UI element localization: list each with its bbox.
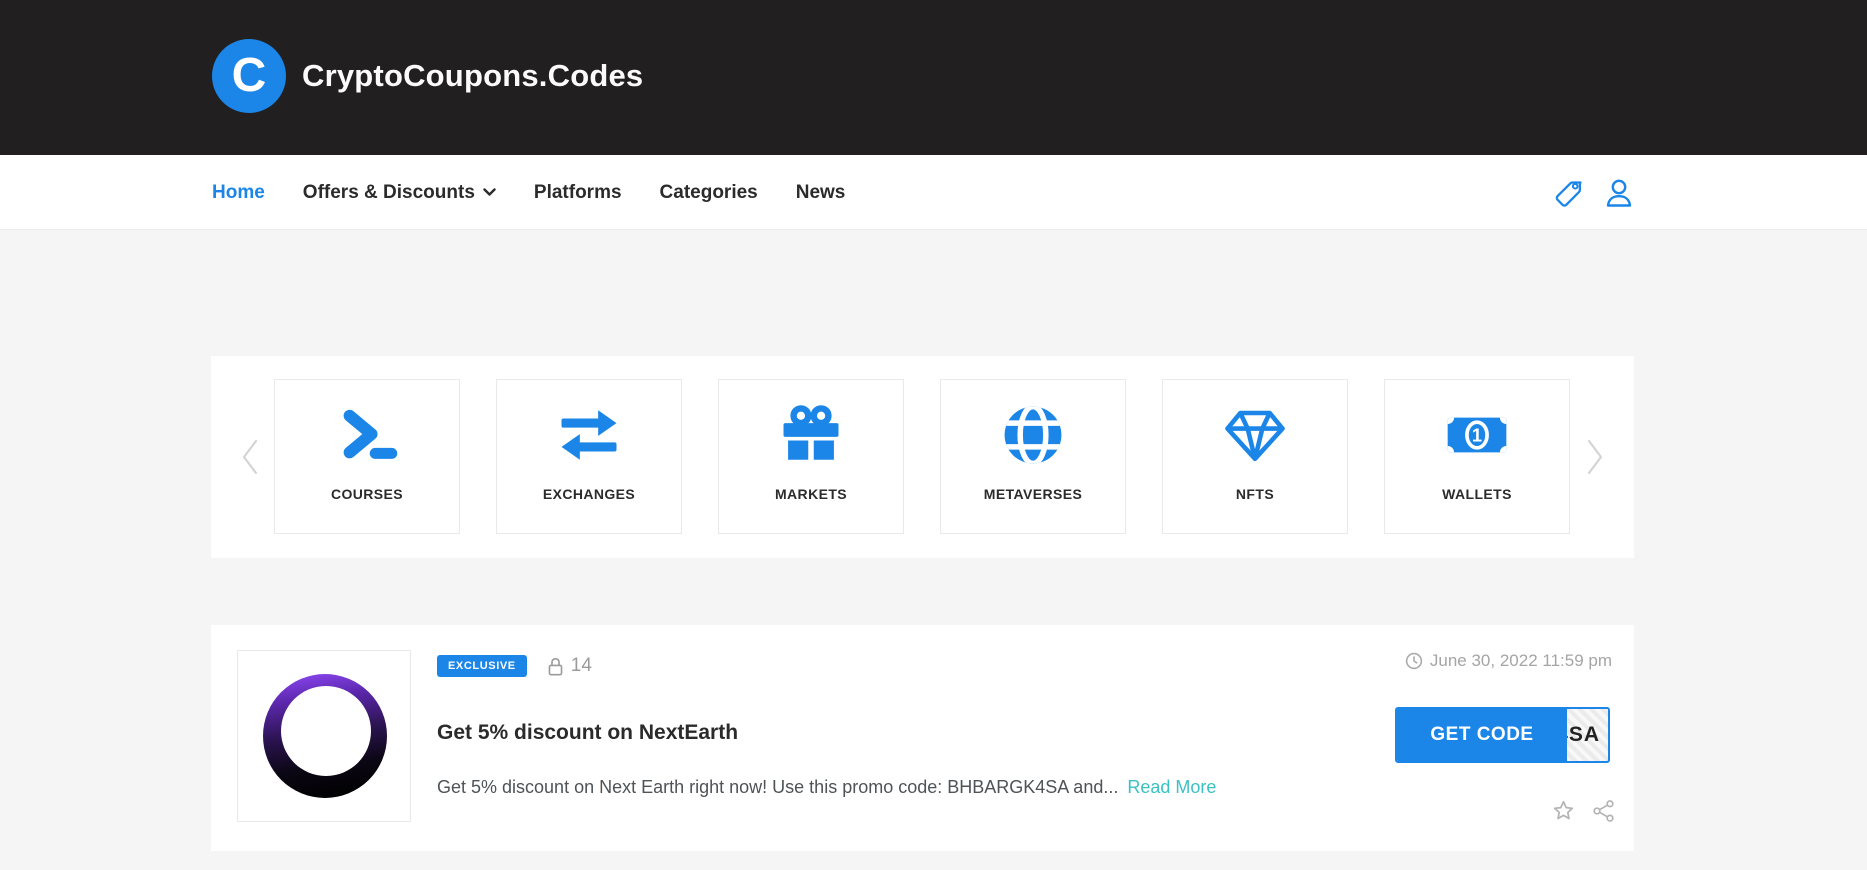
terminal-icon (330, 400, 404, 470)
get-code-container[interactable]: BHBARGK4SA GET CODE (1395, 707, 1610, 763)
site-header: C CryptoCoupons.Codes (0, 0, 1867, 155)
nav-item-categories[interactable]: Categories (660, 182, 758, 204)
nav-links: Home Offers & Discounts Platforms Catego… (212, 155, 845, 230)
category-tiles: COURSES EXCHANGES (274, 379, 1570, 534)
svg-text:1: 1 (1472, 424, 1482, 445)
tile-label: NFTS (1236, 486, 1274, 502)
tile-exchanges[interactable]: EXCHANGES (496, 379, 682, 534)
exclusive-badge: EXCLUSIVE (437, 655, 527, 677)
description-text: Get 5% discount on Next Earth right now!… (437, 777, 1118, 797)
site-logo[interactable]: C CryptoCoupons.Codes (212, 39, 643, 113)
nav-item-home[interactable]: Home (212, 182, 265, 204)
tile-wallets[interactable]: 1 WALLETS (1384, 379, 1570, 534)
coupon-actions (1551, 799, 1616, 823)
tile-markets[interactable]: MARKETS (718, 379, 904, 534)
tile-metaverses[interactable]: METAVERSES (940, 379, 1126, 534)
share-button[interactable] (1592, 799, 1616, 823)
tile-label: WALLETS (1442, 486, 1512, 502)
coupon-card: EXCLUSIVE 14 Get 5% discount on NextEart… (211, 625, 1634, 851)
exchange-icon (552, 400, 626, 470)
coupon-description: Get 5% discount on Next Earth right now!… (437, 777, 1216, 798)
gift-icon (774, 400, 848, 470)
uses-count: 14 (571, 655, 592, 677)
money-bill-icon: 1 (1440, 400, 1514, 470)
coupon-title[interactable]: Get 5% discount on NextEarth (437, 721, 738, 745)
nav-actions (1553, 155, 1634, 230)
share-icon (1592, 799, 1616, 823)
nav-item-news[interactable]: News (796, 182, 846, 204)
tile-label: EXCHANGES (543, 486, 635, 502)
user-icon[interactable] (1604, 177, 1634, 209)
site-title: CryptoCoupons.Codes (302, 58, 643, 94)
tile-label: MARKETS (775, 486, 847, 502)
main-nav: Home Offers & Discounts Platforms Catego… (0, 155, 1867, 230)
chevron-left-icon (239, 437, 261, 477)
chevron-right-icon (1584, 437, 1606, 477)
globe-icon (996, 400, 1070, 470)
coupon-timestamp: June 30, 2022 11:59 pm (1405, 651, 1612, 671)
timestamp-text: June 30, 2022 11:59 pm (1430, 651, 1612, 671)
nav-item-label: Offers & Discounts (303, 182, 475, 204)
coupon-meta: EXCLUSIVE 14 (437, 655, 592, 677)
get-code-button[interactable]: GET CODE (1397, 709, 1567, 761)
tile-nfts[interactable]: NFTS (1162, 379, 1348, 534)
logo-c-icon: C (212, 39, 286, 113)
read-more-link[interactable]: Read More (1127, 777, 1216, 797)
nav-item-offers-discounts[interactable]: Offers & Discounts (303, 182, 496, 204)
clock-icon (1405, 652, 1423, 670)
uses-counter: 14 (547, 655, 592, 677)
tag-icon[interactable] (1553, 176, 1586, 209)
gem-icon (1216, 400, 1294, 470)
carousel-next-button[interactable] (1584, 437, 1606, 482)
nextearth-logo-mark (263, 674, 387, 798)
chevron-down-icon (483, 188, 496, 197)
coupon-logo[interactable] (237, 650, 411, 822)
lock-icon (547, 656, 564, 677)
category-carousel: COURSES EXCHANGES (211, 356, 1634, 558)
nav-item-platforms[interactable]: Platforms (534, 182, 622, 204)
tile-courses[interactable]: COURSES (274, 379, 460, 534)
star-icon (1551, 799, 1576, 823)
tile-label: METAVERSES (984, 486, 1082, 502)
favorite-button[interactable] (1551, 799, 1576, 823)
page: C CryptoCoupons.Codes Home Offers & Disc… (0, 0, 1867, 870)
tile-label: COURSES (331, 486, 403, 502)
carousel-prev-button[interactable] (239, 437, 261, 482)
